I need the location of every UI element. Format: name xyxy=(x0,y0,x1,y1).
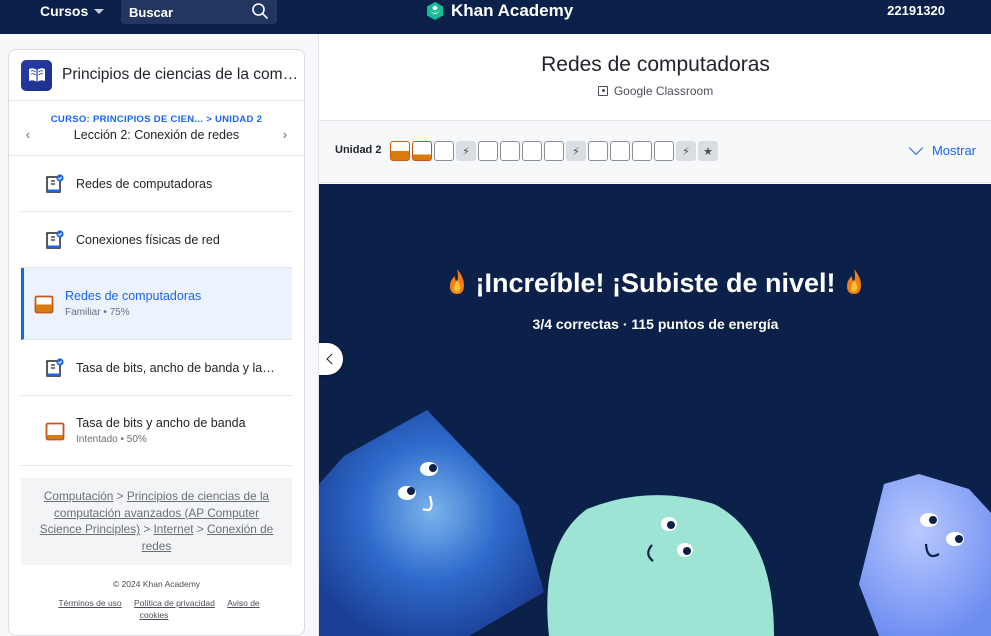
mastery-status: Familiar • 75% xyxy=(65,307,130,318)
courses-label: Cursos xyxy=(40,3,89,19)
skill-square-familiar[interactable] xyxy=(390,141,410,161)
user-menu[interactable]: 22191320 xyxy=(887,0,945,20)
skill-square-empty[interactable] xyxy=(434,141,454,161)
lesson-navigator: ‹ CURSO: PRINCIPIOS DE CIEN... > UNIDAD … xyxy=(9,101,304,156)
skill-square-empty[interactable] xyxy=(544,141,564,161)
lesson-item-title: Redes de computadoras xyxy=(76,176,213,191)
level-up-text: ¡Increíble! ¡Subiste de nivel! xyxy=(475,268,836,298)
level-up-banner: ¡Increíble! ¡Subiste de nivel! 3/4 corre… xyxy=(319,184,991,636)
breadcrumb-separator: > xyxy=(143,522,151,536)
show-button[interactable]: Mostrar xyxy=(908,140,976,158)
skill-square-empty[interactable] xyxy=(588,141,608,161)
article-complete-icon xyxy=(46,357,64,377)
lesson-item[interactable]: Conexiones físicas de red xyxy=(21,212,292,268)
privacy-link[interactable]: Política de privacidad xyxy=(134,598,215,608)
chevron-left-icon xyxy=(326,353,338,365)
skill-square-empty[interactable] xyxy=(654,141,674,161)
lesson-item[interactable]: Redes de computadoras xyxy=(21,156,292,212)
fire-icon xyxy=(449,269,464,294)
lesson-item[interactable]: Tasa de bits y ancho de banda Intentado … xyxy=(21,396,292,466)
terms-link[interactable]: Términos de uso xyxy=(58,598,121,608)
google-classroom-icon xyxy=(597,86,608,96)
mint-character xyxy=(547,495,774,636)
periwinkle-character xyxy=(859,474,991,636)
previous-lesson-arrow-icon[interactable]: ‹ xyxy=(21,127,35,141)
exercise-familiar-icon xyxy=(34,295,54,313)
chevron-down-icon xyxy=(94,8,105,14)
skill-square-empty[interactable] xyxy=(522,141,542,161)
main-content: Redes de computadoras Google Classroom U… xyxy=(318,34,991,636)
character-illustration xyxy=(319,410,991,636)
show-label: Mostrar xyxy=(931,143,976,158)
lesson-item-title: Conexiones físicas de red xyxy=(76,232,220,247)
breadcrumb-separator: > xyxy=(196,522,204,536)
unit-test-star-icon[interactable]: ★ xyxy=(698,141,718,161)
lesson-item-title: Tasa de bits y ancho de banda xyxy=(76,416,246,430)
google-classroom-button[interactable]: Google Classroom xyxy=(319,84,991,98)
lesson-item[interactable]: Tasa de bits, ancho de banda y latencia xyxy=(21,340,292,396)
skill-square-empty[interactable] xyxy=(610,141,630,161)
unit-label: Unidad 2 xyxy=(335,144,382,156)
lesson-item-title: Tasa de bits, ancho de banda y latencia xyxy=(76,360,276,375)
google-classroom-label: Google Classroom xyxy=(613,84,714,98)
skill-square-empty[interactable] xyxy=(632,141,652,161)
page-title: Redes de computadoras xyxy=(541,53,770,76)
courses-menu-button[interactable]: Cursos xyxy=(40,0,105,22)
lesson-item-title: Redes de computadoras xyxy=(65,289,202,303)
blue-character xyxy=(319,410,544,636)
quiz-lightning-icon[interactable]: ⚡ xyxy=(676,141,696,161)
search-icon[interactable] xyxy=(251,2,269,20)
level-up-title: ¡Increíble! ¡Subiste de nivel! xyxy=(319,268,991,299)
breadcrumb-link[interactable]: Internet xyxy=(154,522,194,536)
skill-square-empty[interactable] xyxy=(500,141,520,161)
search-box xyxy=(121,0,277,24)
logo-text: Khan Academy xyxy=(451,1,574,20)
course-header[interactable]: Principios de ciencias de la computación… xyxy=(9,50,304,101)
skill-square-empty[interactable] xyxy=(478,141,498,161)
lesson-item-active[interactable]: Redes de computadoras Familiar • 75% xyxy=(21,268,292,340)
exercise-attempted-icon xyxy=(45,422,65,440)
chevron-down-icon xyxy=(908,140,924,156)
fire-icon xyxy=(847,269,862,294)
breadcrumb: Computación > Principios de ciencias de … xyxy=(21,478,292,565)
mastery-status: Intentado • 50% xyxy=(76,434,147,445)
lesson-title: Lección 2: Conexión de redes xyxy=(73,128,240,142)
next-lesson-arrow-icon[interactable]: › xyxy=(278,127,292,141)
quiz-lightning-icon[interactable]: ⚡ xyxy=(566,141,586,161)
unit-progress-bar: Unidad 2 ⚡ ⚡ ⚡ ★ Mostrar xyxy=(319,120,991,183)
sidebar-footer: © 2024 Khan Academy Términos de uso Polí… xyxy=(9,579,304,621)
khan-academy-logo[interactable]: Khan Academy xyxy=(425,0,573,22)
copyright-text: © 2024 Khan Academy xyxy=(112,579,201,589)
course-book-icon xyxy=(21,59,52,91)
lesson-sidebar: Principios de ciencias de la computación… xyxy=(8,49,305,636)
skill-squares: ⚡ ⚡ ⚡ ★ xyxy=(390,141,718,161)
article-complete-icon xyxy=(46,173,64,193)
course-unit-crumb[interactable]: CURSO: PRINCIPIOS DE CIEN... > UNIDAD 2 xyxy=(49,114,264,125)
skill-square-attempted[interactable] xyxy=(412,141,432,161)
article-complete-icon xyxy=(46,229,64,249)
top-navigation: Cursos Khan Academy 22191320 xyxy=(0,0,991,34)
score-summary: 3/4 correctas · 115 puntos de energía xyxy=(532,316,779,332)
course-title: Principios de ciencias de la computación… xyxy=(62,66,304,83)
search-input[interactable] xyxy=(129,4,249,20)
khan-leaf-icon xyxy=(427,2,443,20)
breadcrumb-link[interactable]: Computación xyxy=(44,489,114,503)
quiz-lightning-icon[interactable]: ⚡ xyxy=(456,141,476,161)
breadcrumb-separator: > xyxy=(116,489,124,503)
